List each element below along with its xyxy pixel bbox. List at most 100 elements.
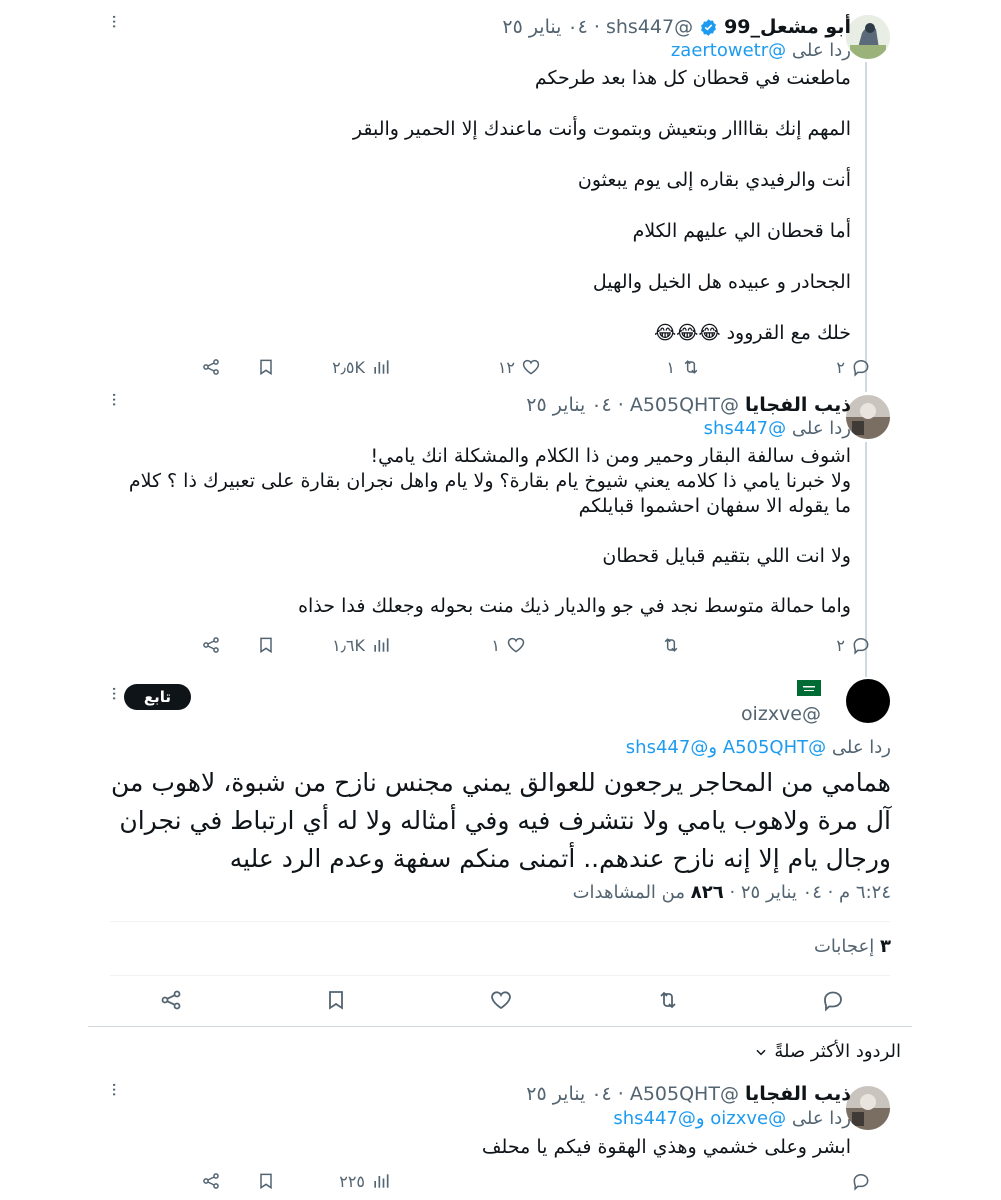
author-handle[interactable]: @A505QHT <box>630 394 739 416</box>
tweet-paragraph: ولا انت اللي بتقيم قبايل قحطان <box>602 545 851 567</box>
bookmark-icon <box>260 359 272 376</box>
bookmark-button[interactable] <box>256 1166 276 1196</box>
avatar[interactable] <box>846 1086 890 1130</box>
retweet-button[interactable] <box>656 985 680 1015</box>
bookmark-icon <box>260 1173 272 1190</box>
reply-to-link[interactable]: @shs447 <box>704 418 787 439</box>
retweet-icon <box>660 991 676 1009</box>
heart-icon <box>491 991 511 1010</box>
more-options-icon[interactable]: ··· <box>103 392 124 406</box>
bookmark-icon <box>329 991 343 1010</box>
reply-button[interactable] <box>851 1166 871 1196</box>
reply-to-line: ردا على @A505QHT و@shs447 <box>625 737 891 758</box>
reply-button[interactable]: ٢ <box>836 630 871 660</box>
likes-count: ٣ <box>880 936 891 957</box>
tweet-paragraph: المهم إنك بقاااار وبتعيش وبتموت وأنت ماع… <box>352 118 851 140</box>
reply-button[interactable]: ٢ <box>836 352 871 382</box>
views-label: من المشاهدات <box>572 882 685 903</box>
bookmark-button[interactable] <box>256 630 276 660</box>
author-handle[interactable]: @A505QHT <box>630 1083 739 1105</box>
tweet-date[interactable]: · ٠٤ يناير ٢٥ <box>502 16 600 38</box>
flag-icon <box>797 680 821 701</box>
heart-icon <box>522 359 540 375</box>
tweet-header: ذيب الفجايا @A505QHT · ٠٤ يناير ٢٥ <box>526 394 851 416</box>
reply-icon <box>853 637 869 655</box>
tweet-header: أبو مشعل_99 @shs447 · ٠٤ يناير ٢٥ <box>502 16 851 38</box>
like-button[interactable]: ١٢ <box>498 352 541 382</box>
more-options-icon[interactable]: ··· <box>103 1082 124 1096</box>
share-button[interactable] <box>159 985 183 1015</box>
likes-summary[interactable]: ٣ إعجابات <box>814 936 891 957</box>
bookmark-button[interactable] <box>256 352 276 382</box>
share-icon <box>203 359 219 375</box>
follow-button[interactable]: تابع <box>124 684 191 710</box>
heart-icon <box>507 637 525 653</box>
views-icon <box>374 638 389 652</box>
views-count: ٨٢٦ <box>690 882 724 903</box>
bookmark-icon <box>260 637 272 654</box>
reply-to-link[interactable]: @zaertowetr <box>671 40 786 61</box>
main-tweet-text: همامي من المحاجر يرجعون للعوالق يمني مجن… <box>111 768 891 873</box>
tweet-actions: ٢٢٥ <box>131 1166 871 1196</box>
author-handle[interactable]: @shs447 <box>606 16 693 38</box>
avatar[interactable] <box>846 15 890 59</box>
retweet-button[interactable] <box>655 630 681 660</box>
more-options-icon[interactable]: ··· <box>103 14 124 28</box>
reply-to-link[interactable]: @oizxve و@shs447 <box>613 1108 786 1129</box>
share-button[interactable] <box>201 630 221 660</box>
more-options-icon[interactable]: ··· <box>103 686 124 700</box>
views-button[interactable]: ١٫٦K <box>332 630 391 660</box>
tweet-paragraph: واما حمالة متوسط نجد في جو والديار ذيك م… <box>298 595 851 617</box>
divider <box>110 921 890 922</box>
divider <box>110 975 890 976</box>
author-name[interactable]: أبو مشعل_99 <box>724 16 851 38</box>
tweet-text: ماطعنت في قحطان كل هذا بعد طرحكم المهم إ… <box>121 66 851 346</box>
reply-icon <box>824 991 842 1012</box>
tweet-header: ذيب الفجايا @A505QHT · ٠٤ يناير ٢٥ <box>526 1083 851 1105</box>
tweet-actions: ٢ ١ ١٫٦K <box>131 630 871 660</box>
tweet-text: اشوف سالفة البقار وحمير ومن ذا الكلام وا… <box>121 444 851 619</box>
avatar[interactable] <box>846 395 890 439</box>
like-button[interactable] <box>489 985 513 1015</box>
tweet-date[interactable]: · ٠٤ يناير ٢٥ <box>526 394 624 416</box>
views-button[interactable]: ٢٫٥K <box>332 352 391 382</box>
tweet-actions: ٢ ١ ١٢ ٢٫٥K <box>131 352 871 382</box>
reply-to-link[interactable]: @A505QHT و@shs447 <box>626 737 826 758</box>
reply-to-line: ردا على @zaertowetr <box>670 40 851 61</box>
share-button[interactable] <box>201 352 221 382</box>
chevron-down-icon <box>756 1049 766 1055</box>
author-name[interactable]: ذيب الفجايا <box>745 394 851 416</box>
like-button[interactable]: ١ <box>491 630 526 660</box>
tweet-timestamp[interactable]: ٦:٢٤ م · ٠٤ يناير ٢٥ · <box>729 882 891 903</box>
sort-label: الردود الأكثر صلةً <box>774 1041 901 1062</box>
retweet-icon <box>684 360 698 374</box>
tweet-paragraph: ماطعنت في قحطان كل هذا بعد طرحكم <box>534 67 851 89</box>
tweet-paragraph: خلك مع القروود 😂😂😂 <box>653 322 851 344</box>
reply-icon <box>853 359 869 377</box>
retweet-button[interactable]: ١ <box>666 352 701 382</box>
bookmark-button[interactable] <box>324 985 348 1015</box>
tweet-timestamp-line: ٦:٢٤ م · ٠٤ يناير ٢٥ · ٨٢٦ من المشاهدات <box>573 882 891 903</box>
tweet-date[interactable]: · ٠٤ يناير ٢٥ <box>526 1083 624 1105</box>
reply-button[interactable] <box>821 985 845 1015</box>
share-icon <box>161 990 181 1010</box>
tweet-paragraph: اشوف سالفة البقار وحمير ومن ذا الكلام وا… <box>128 445 851 517</box>
retweet-icon <box>664 638 678 652</box>
author-handle[interactable]: @oizxve <box>741 703 821 725</box>
views-icon <box>374 360 389 374</box>
avatar[interactable] <box>846 679 890 723</box>
reply-to-line: ردا على @oizxve و@shs447 <box>613 1108 851 1129</box>
tweet-paragraph: الجحادر و عبيده هل الخيل والهيل <box>592 271 851 293</box>
share-icon <box>203 1173 219 1189</box>
tweet-text: ابشر وعلى خشمي وهذي الهقوة فيكم يا محلف <box>481 1136 851 1158</box>
share-button[interactable] <box>201 1166 221 1196</box>
thread-line-1 <box>865 62 867 392</box>
reply-icon <box>853 1173 869 1191</box>
tweet-paragraph: أنت والرفيدي بقاره إلى يوم يبعثون <box>577 169 851 191</box>
likes-label: إعجابات <box>813 936 875 957</box>
main-tweet-actions <box>110 985 890 1019</box>
sort-replies-dropdown[interactable]: الردود الأكثر صلةً <box>754 1041 901 1062</box>
author-name[interactable]: ذيب الفجايا <box>745 1083 851 1105</box>
views-button[interactable]: ٢٢٥ <box>339 1166 391 1196</box>
tweet-paragraph: أما قحطان الي عليهم الكلام <box>632 220 851 242</box>
